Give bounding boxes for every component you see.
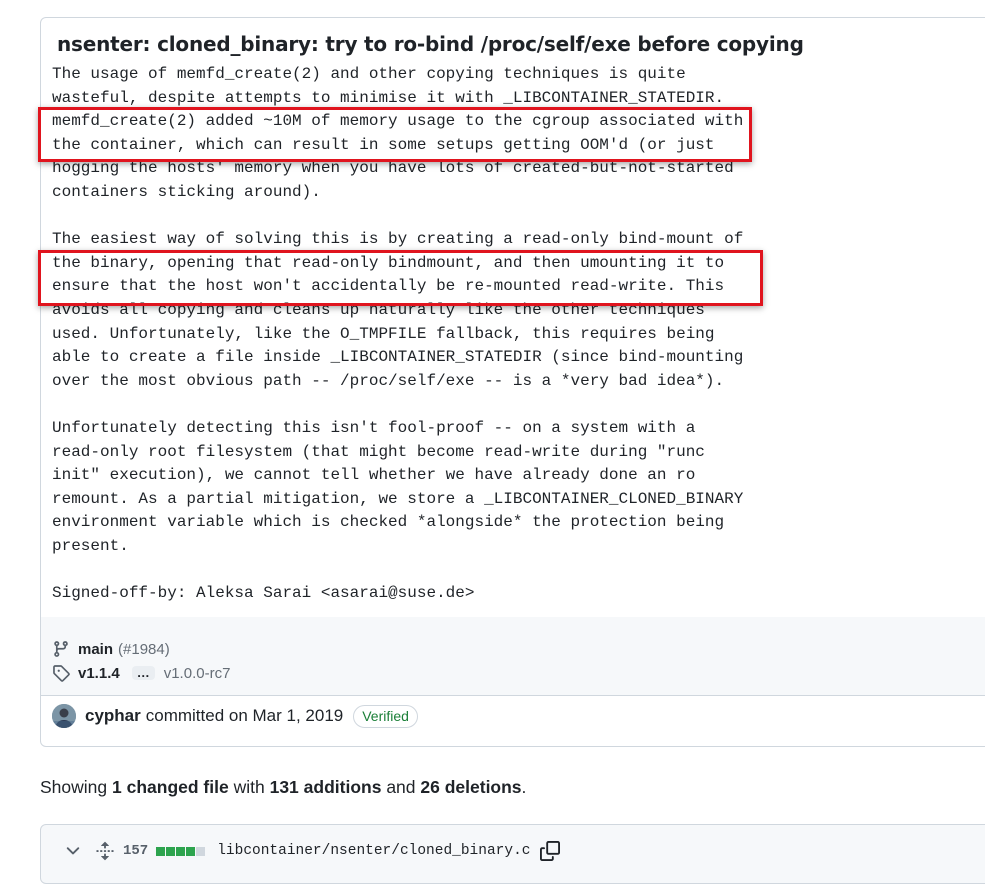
file-header: 157 libcontainer/nsenter/cloned_binary.c	[40, 824, 985, 884]
diff-summary: Showing 1 changed file with 131 addition…	[40, 777, 526, 798]
commit-title: nsenter: cloned_binary: try to ro-bind /…	[57, 32, 804, 56]
summary-text: and	[386, 777, 416, 797]
commit-box: nsenter: cloned_binary: try to ro-bind /…	[40, 17, 985, 747]
copy-icon[interactable]	[540, 841, 561, 861]
branch-link[interactable]: main	[78, 641, 113, 658]
additions-count: 131 additions	[269, 777, 382, 797]
author-link[interactable]: cyphar	[85, 706, 141, 726]
diffstat-block-added	[186, 846, 196, 856]
chevron-down-icon[interactable]	[63, 841, 83, 861]
diffstat-block-added	[176, 846, 186, 856]
tag-icon	[53, 665, 70, 682]
divider	[41, 695, 985, 696]
unfold-icon[interactable]	[95, 841, 115, 861]
deletions-count: 26 deletions	[420, 777, 522, 797]
verified-badge[interactable]: Verified	[353, 704, 418, 728]
commit-refs	[41, 617, 985, 695]
tag-latest-link[interactable]: v1.1.4	[78, 665, 120, 682]
tag-oldest-link[interactable]: v1.0.0-rc7	[164, 665, 231, 682]
tags-row: v1.1.4 … v1.0.0-rc7	[52, 664, 230, 682]
diffstat-bar	[156, 846, 206, 856]
pr-link[interactable]: (#1984)	[118, 641, 170, 658]
summary-text: with	[233, 777, 265, 797]
file-path-link[interactable]: libcontainer/nsenter/cloned_binary.c	[217, 843, 530, 859]
commit-date: committed on Mar 1, 2019	[145, 706, 344, 725]
user-avatar[interactable]	[52, 704, 76, 728]
expand-tags-button[interactable]: …	[131, 666, 155, 680]
commit-message: The usage of memfd_create(2) and other c…	[52, 65, 744, 603]
git-branch-icon	[54, 641, 68, 657]
file-change-count: 157	[123, 843, 149, 859]
branch-row: main (#1984)	[52, 640, 170, 658]
author-row: cyphar committed on Mar 1, 2019 Verified	[52, 704, 418, 728]
summary-text: Showing	[40, 777, 108, 797]
diffstat-block-added	[166, 846, 176, 856]
changed-files-count: 1 changed file	[112, 777, 229, 797]
diffstat-block-added	[156, 846, 166, 856]
summary-text: .	[521, 777, 527, 797]
diffstat-block-neutral	[196, 846, 206, 856]
